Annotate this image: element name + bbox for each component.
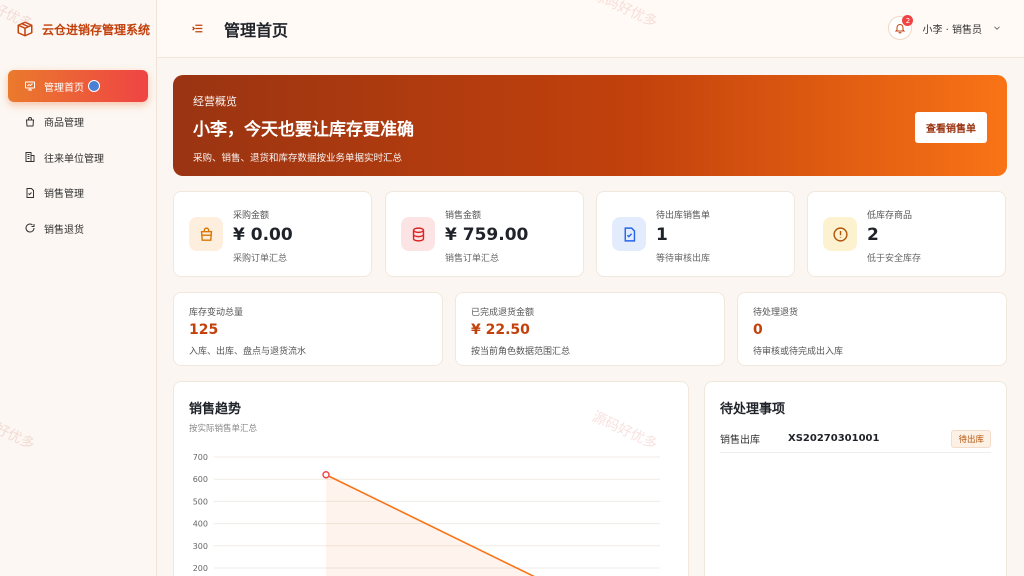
stat-label: 销售金额 — [445, 211, 482, 221]
metric-label: 待处理退货 — [753, 308, 799, 318]
sales-trend-panel: 销售趋势 按实际销售单汇总 700 600 500 400 300 200 — [173, 381, 689, 576]
stat-value: 1 — [656, 225, 668, 245]
sidebar-item-label: 销售退货 — [44, 224, 84, 236]
menu-toggle-button[interactable] — [190, 22, 204, 36]
y-tick-label: 600 — [193, 475, 208, 484]
document-icon — [26, 187, 34, 198]
y-tick-label: 400 — [193, 520, 208, 529]
stat-card-pending-outbound: 待出库销售单 1 等待审核出库 — [596, 191, 795, 277]
sidebar-item-returns[interactable]: 销售退货 — [8, 212, 148, 244]
sidebar: 云仓进销存管理系统 管理首页 商品管理 往来单位管理 销售管理 销售退货 — [0, 0, 157, 576]
sidebar-item-partners[interactable]: 往来单位管理 — [8, 141, 148, 173]
metric-card-pending-returns: 待处理退货 0 待审核或待完成出入库 — [737, 292, 1007, 366]
sidebar-item-dashboard[interactable]: 管理首页 — [8, 70, 148, 102]
panel-title: 待处理事项 — [720, 402, 786, 417]
stat-desc: 采购订单汇总 — [233, 254, 288, 264]
bag-icon — [189, 217, 223, 251]
banner-kicker: 经营概览 — [193, 95, 237, 108]
sidebar-item-sales[interactable]: 销售管理 — [8, 177, 148, 209]
building-icon — [25, 152, 35, 162]
stat-value: ¥ 0.00 — [233, 225, 293, 245]
doc-check-icon — [612, 217, 646, 251]
box-logo-icon — [16, 20, 34, 38]
stat-value: ¥ 759.00 — [445, 225, 529, 245]
status-badge: 待出库 — [951, 429, 991, 448]
coins-icon — [401, 217, 435, 251]
y-tick-label: 500 — [193, 497, 208, 506]
todo-item[interactable]: 销售出库 XS20270301001 待出库 — [720, 425, 991, 453]
y-tick-label: 200 — [193, 564, 208, 573]
sidebar-item-label: 管理首页 — [44, 82, 84, 94]
sidebar-item-label: 往来单位管理 — [44, 153, 104, 165]
sidebar-item-label: 销售管理 — [44, 189, 84, 200]
banner-title: 小李，今天也要让库存更准确 — [193, 120, 414, 140]
stat-label: 采购金额 — [233, 211, 270, 221]
header-actions: 2 小李 · 销售员 — [888, 15, 1002, 40]
banner-subtitle: 采购、销售、退货和库存数据按业务单据实时汇总 — [193, 153, 403, 164]
stat-card-sales: 销售金额 ¥ 759.00 销售订单汇总 — [385, 191, 584, 277]
cursor-dot — [88, 80, 100, 92]
sales-trend-chart[interactable]: 700 600 500 400 300 200 — [174, 382, 690, 576]
notification-badge: 2 — [902, 15, 914, 26]
page-title: 管理首页 — [224, 20, 289, 40]
notification-button[interactable]: 2 — [888, 15, 914, 40]
refresh-icon — [25, 223, 35, 233]
metric-value: 0 — [753, 322, 763, 338]
todo-type: 销售出库 — [720, 435, 760, 446]
bag-icon — [25, 116, 35, 126]
metric-card-inventory-change: 库存变动总量 125 入库、出库、盘点与退货流水 — [173, 292, 443, 366]
brand[interactable]: 云仓进销存管理系统 — [0, 0, 156, 58]
stat-label: 待出库销售单 — [656, 211, 711, 221]
dashboard-icon — [25, 81, 35, 91]
stat-card-purchase: 采购金额 ¥ 0.00 采购订单汇总 — [173, 191, 372, 277]
metric-value: ¥ 22.50 — [471, 322, 530, 338]
stat-card-low-stock: 低库存商品 2 低于安全库存 — [807, 191, 1006, 277]
stat-desc: 等待审核出库 — [656, 254, 711, 264]
user-menu[interactable]: 小李 · 销售员 — [922, 21, 982, 36]
overview-banner: 经营概览 小李，今天也要让库存更准确 采购、销售、退货和库存数据按业务单据实时汇… — [173, 75, 1007, 176]
y-tick-label: 300 — [193, 542, 208, 551]
sidebar-item-label: 商品管理 — [44, 118, 84, 129]
stat-desc: 低于安全库存 — [867, 254, 922, 264]
metric-card-returns-amount: 已完成退货金额 ¥ 22.50 按当前角色数据范围汇总 — [455, 292, 725, 366]
stat-label: 低库存商品 — [867, 211, 913, 221]
y-tick-label: 700 — [193, 453, 208, 462]
todo-panel: 待处理事项 销售出库 XS20270301001 待出库 — [704, 381, 1007, 576]
metric-desc: 按当前角色数据范围汇总 — [471, 347, 571, 357]
metric-desc: 入库、出库、盘点与退货流水 — [189, 347, 307, 357]
sidebar-item-products[interactable]: 商品管理 — [8, 106, 148, 138]
sidebar-nav: 管理首页 商品管理 往来单位管理 销售管理 销售退货 — [0, 58, 156, 244]
data-point — [322, 471, 330, 479]
view-sales-orders-button[interactable]: 查看销售单 — [915, 112, 987, 143]
menu-fold-icon — [191, 24, 202, 33]
stat-value: 2 — [867, 225, 879, 245]
metric-label: 库存变动总量 — [189, 308, 244, 318]
alert-icon — [823, 217, 857, 251]
todo-order-number: XS20270301001 — [788, 433, 880, 444]
metric-label: 已完成退货金额 — [471, 308, 535, 318]
metric-desc: 待审核或待完成出入库 — [753, 347, 844, 357]
chevron-down-icon[interactable] — [992, 23, 1002, 33]
top-header: 管理首页 2 小李 · 销售员 — [157, 0, 1024, 58]
app-name: 云仓进销存管理系统 — [42, 22, 151, 37]
stat-desc: 销售订单汇总 — [445, 254, 500, 264]
metric-value: 125 — [189, 322, 219, 338]
